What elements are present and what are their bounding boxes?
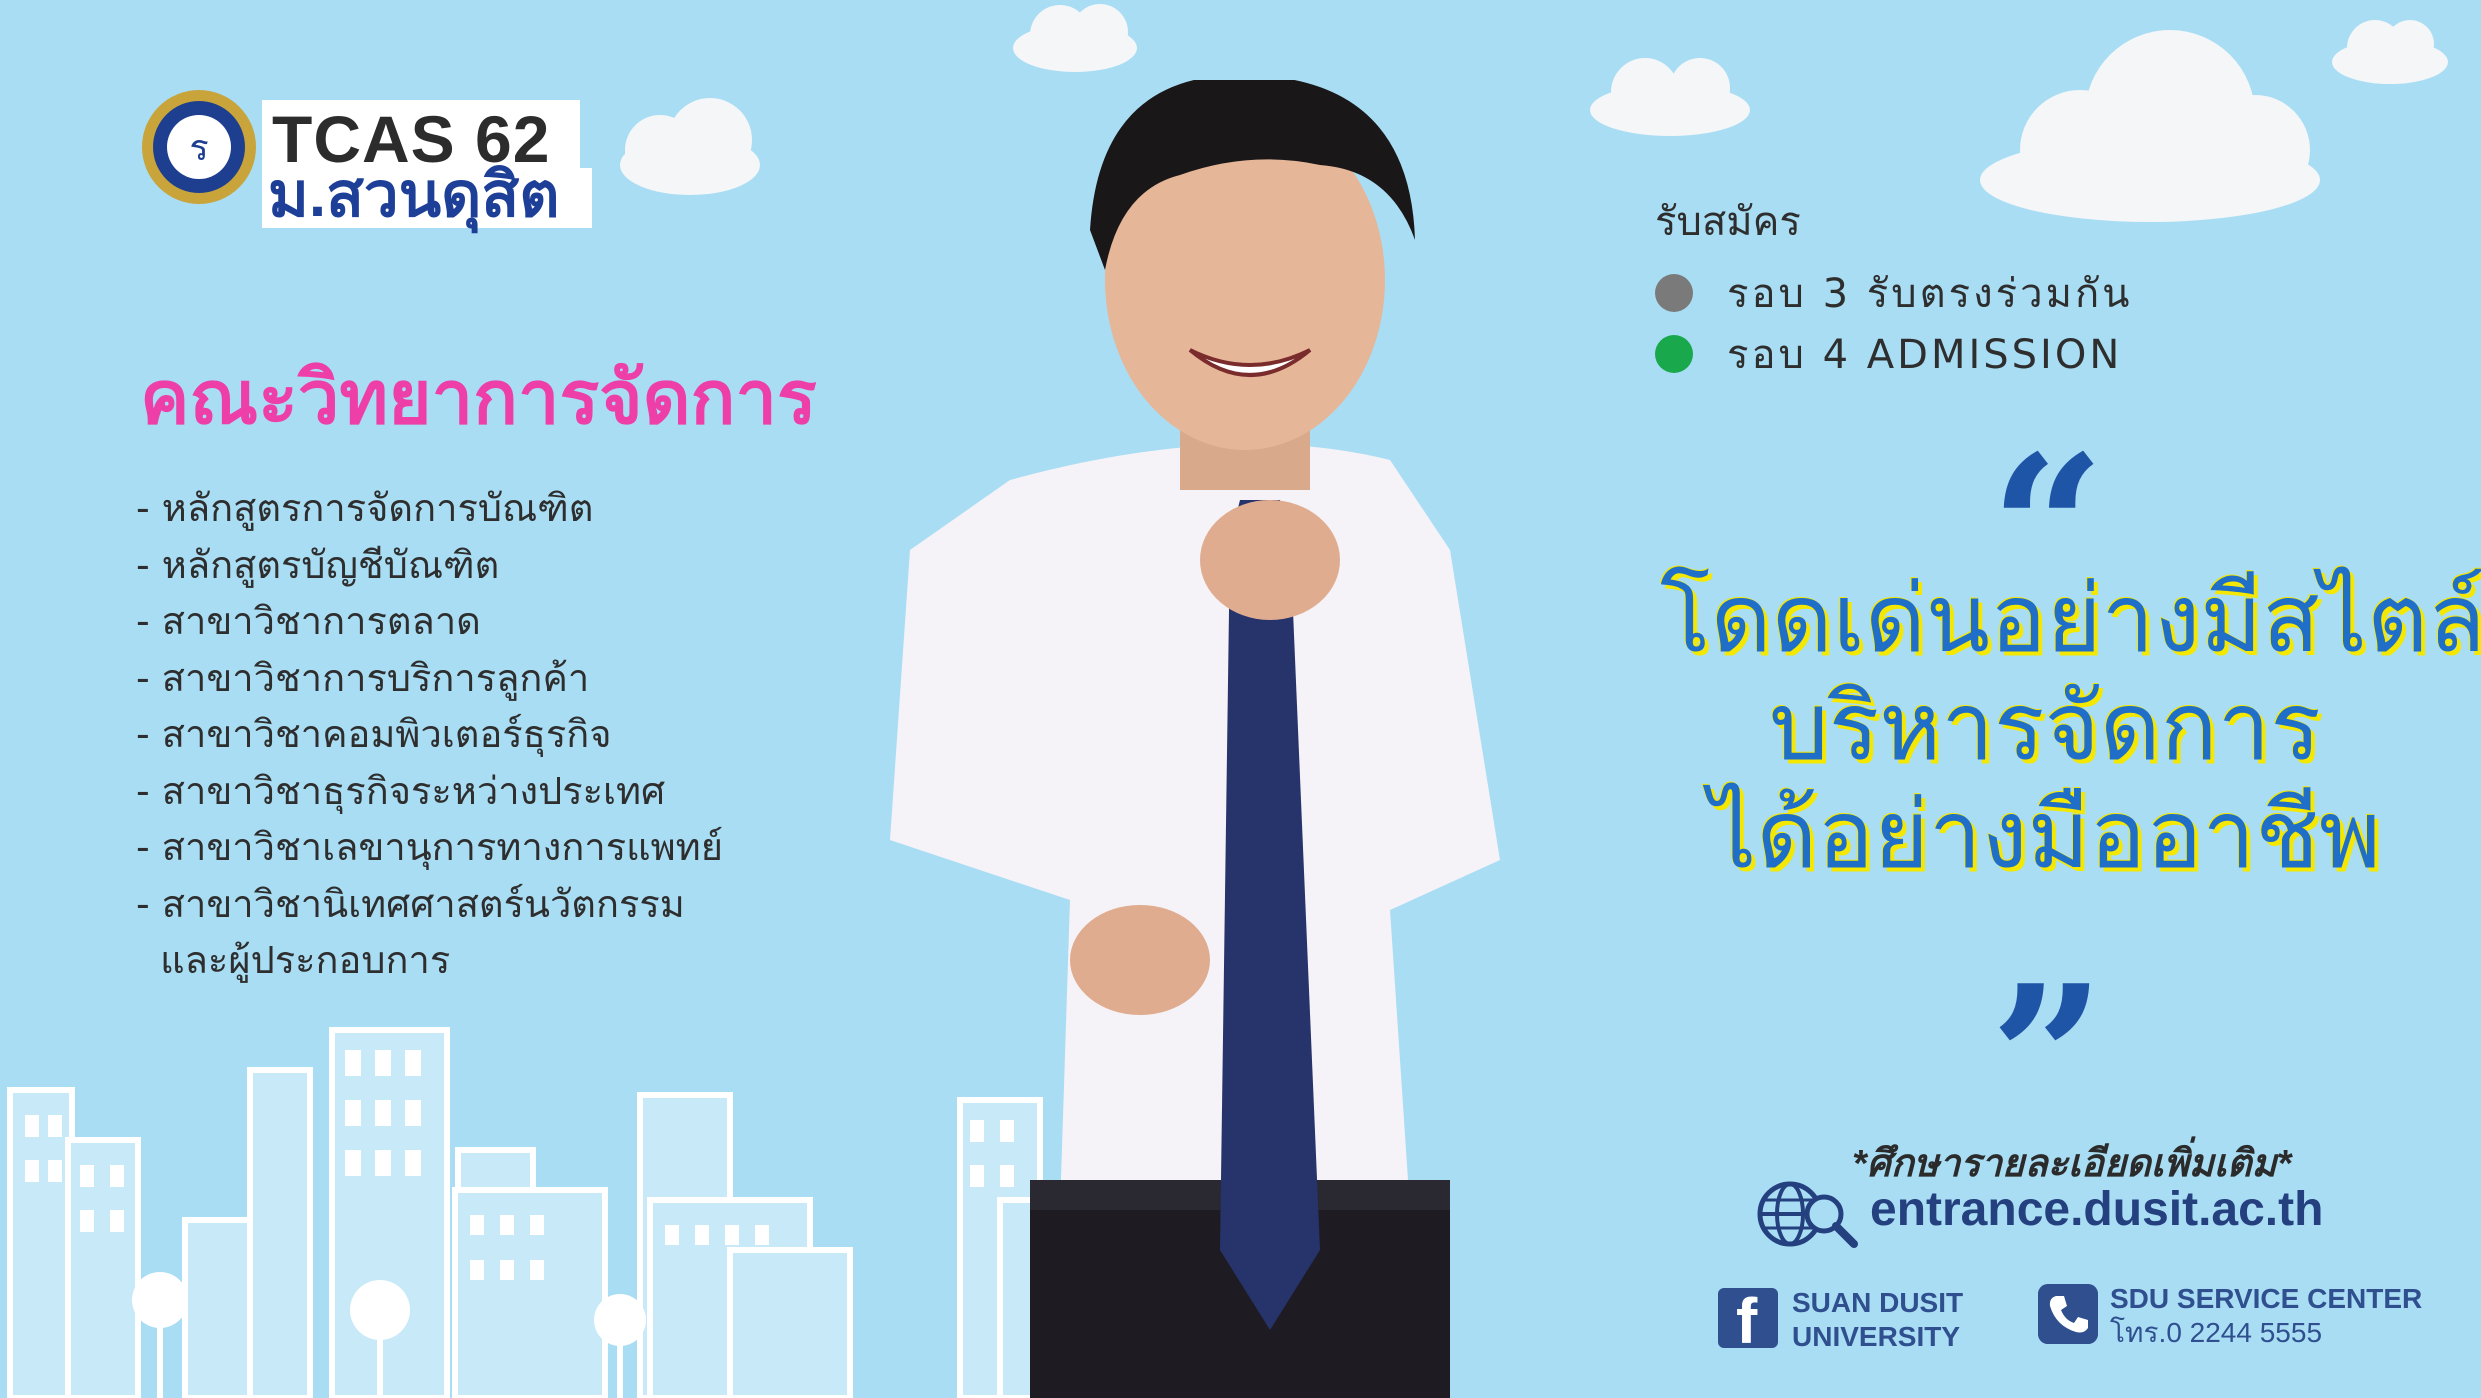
slogan-line: ได้อย่างมืออาชีพ bbox=[1709, 782, 2381, 887]
faculty-title: คณะวิทยาการจัดการ bbox=[140, 356, 817, 439]
facebook-icon[interactable]: f bbox=[1718, 1286, 1778, 1356]
round-3: รอบ 3 รับตรงร่วมกัน bbox=[1655, 263, 2133, 323]
round-4-dot bbox=[1655, 335, 1693, 373]
round-3-label: รอบ 3 รับตรงร่วมกัน bbox=[1727, 271, 2133, 317]
program-item: - สาขาวิชาการบริการลูกค้า bbox=[136, 655, 590, 700]
round-3-dot bbox=[1655, 274, 1693, 312]
service-center-phone[interactable]: โทร.0 2244 5555 bbox=[2110, 1316, 2422, 1350]
facebook-line-1: SUAN DUSIT bbox=[1792, 1287, 1964, 1318]
student-photo bbox=[890, 80, 1500, 1398]
facebook-line-2: UNIVERSITY bbox=[1792, 1321, 1961, 1352]
apply-label: รับสมัคร bbox=[1655, 199, 1801, 245]
program-list: - หลักสูตรการจัดการบัณฑิต - หลักสูตรบัญช… bbox=[136, 480, 723, 989]
round-4: รอบ 4 ADMISSION bbox=[1655, 324, 2122, 384]
slogan-line: โดดเด่นอย่างมีสไตล์ bbox=[1660, 566, 2481, 671]
close-quote-mark: ” bbox=[1990, 942, 2106, 1177]
program-item: - หลักสูตรบัญชีบัณฑิต bbox=[136, 542, 500, 587]
facebook-page-link[interactable]: SUAN DUSIT UNIVERSITY bbox=[1792, 1286, 1963, 1354]
program-item: และผู้ประกอบการ bbox=[136, 938, 451, 982]
globe-search-icon bbox=[1757, 1181, 1858, 1248]
program-item: - สาขาวิชาเลขานุการทางการแพทย์ bbox=[136, 825, 723, 869]
phone-icon[interactable] bbox=[2038, 1284, 2098, 1344]
service-center-name: SDU SERVICE CENTER bbox=[2110, 1283, 2423, 1314]
program-item: - สาขาวิชาการตลาด bbox=[136, 599, 481, 643]
program-item: - หลักสูตรการจัดการบัณฑิต bbox=[136, 486, 594, 530]
program-item: - สาขาวิชานิเทศศาสตร์นวัตกรรม bbox=[136, 881, 685, 926]
slogan-line: บริหารจัดการ bbox=[1769, 674, 2321, 779]
program-item: - สาขาวิชาคอมพิวเตอร์ธุรกิจ bbox=[136, 712, 612, 756]
university-seal-icon: ร bbox=[142, 90, 256, 204]
svg-text:ร: ร bbox=[189, 128, 208, 169]
tcas-poster: ร TCAS 62 ม.สวนดุสิต คณะวิทยาการจัดการ -… bbox=[0, 0, 2481, 1398]
slogan: โดดเด่นอย่างมีสไตล์ บริหารจัดการ ได้อย่า… bbox=[1660, 565, 2481, 889]
round-4-label: รอบ 4 ADMISSION bbox=[1727, 332, 2123, 378]
university-name: ม.สวนดุสิต bbox=[268, 161, 560, 230]
program-item: - สาขาวิชาธุรกิจระหว่างประเทศ bbox=[136, 768, 666, 813]
website-link[interactable]: entrance.dusit.ac.th bbox=[1870, 1182, 2323, 1237]
service-center: SDU SERVICE CENTER โทร.0 2244 5555 bbox=[2110, 1282, 2422, 1350]
